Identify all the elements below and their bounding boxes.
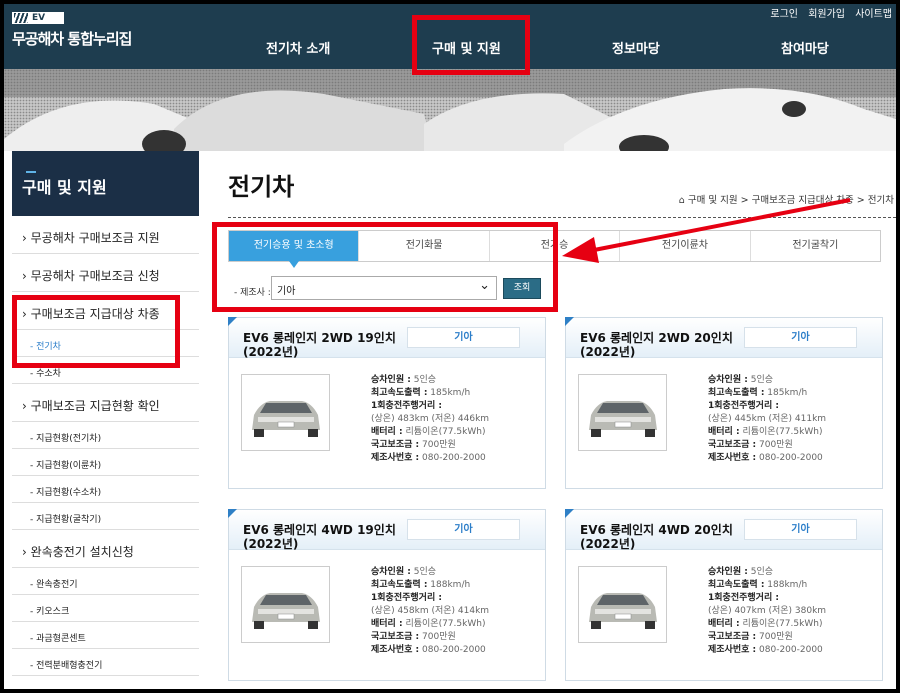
- page-frame: EV 무공해차 통합누리집 로그인 회원가입 사이트맵 전기차 소개 구매 및 …: [4, 4, 896, 689]
- red-arrow-icon: [562, 198, 851, 263]
